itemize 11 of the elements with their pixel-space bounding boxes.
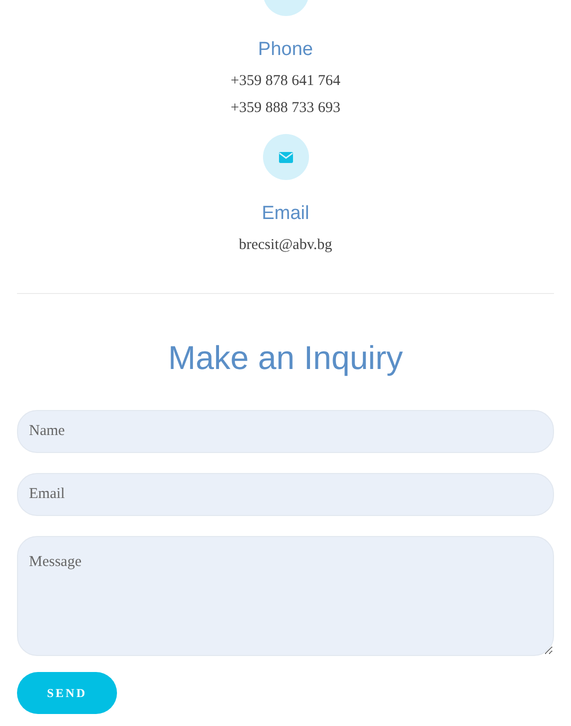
input-field[interactable]: Name xyxy=(17,410,554,453)
contact-title: Phone xyxy=(258,38,313,62)
contact-detail: +359 878 641 764 xyxy=(230,72,340,91)
input-field[interactable]: Email xyxy=(17,473,554,516)
section-heading: Make an Inquiry xyxy=(167,338,404,378)
contact-title: Email xyxy=(262,202,310,226)
contact-detail: +359 888 733 693 xyxy=(230,99,340,118)
envelope-icon xyxy=(278,152,292,162)
contact-detail: brecsit@abv.bg xyxy=(238,236,332,255)
send-button[interactable]: SEND xyxy=(17,672,117,714)
message-field[interactable]: Message xyxy=(17,536,554,656)
